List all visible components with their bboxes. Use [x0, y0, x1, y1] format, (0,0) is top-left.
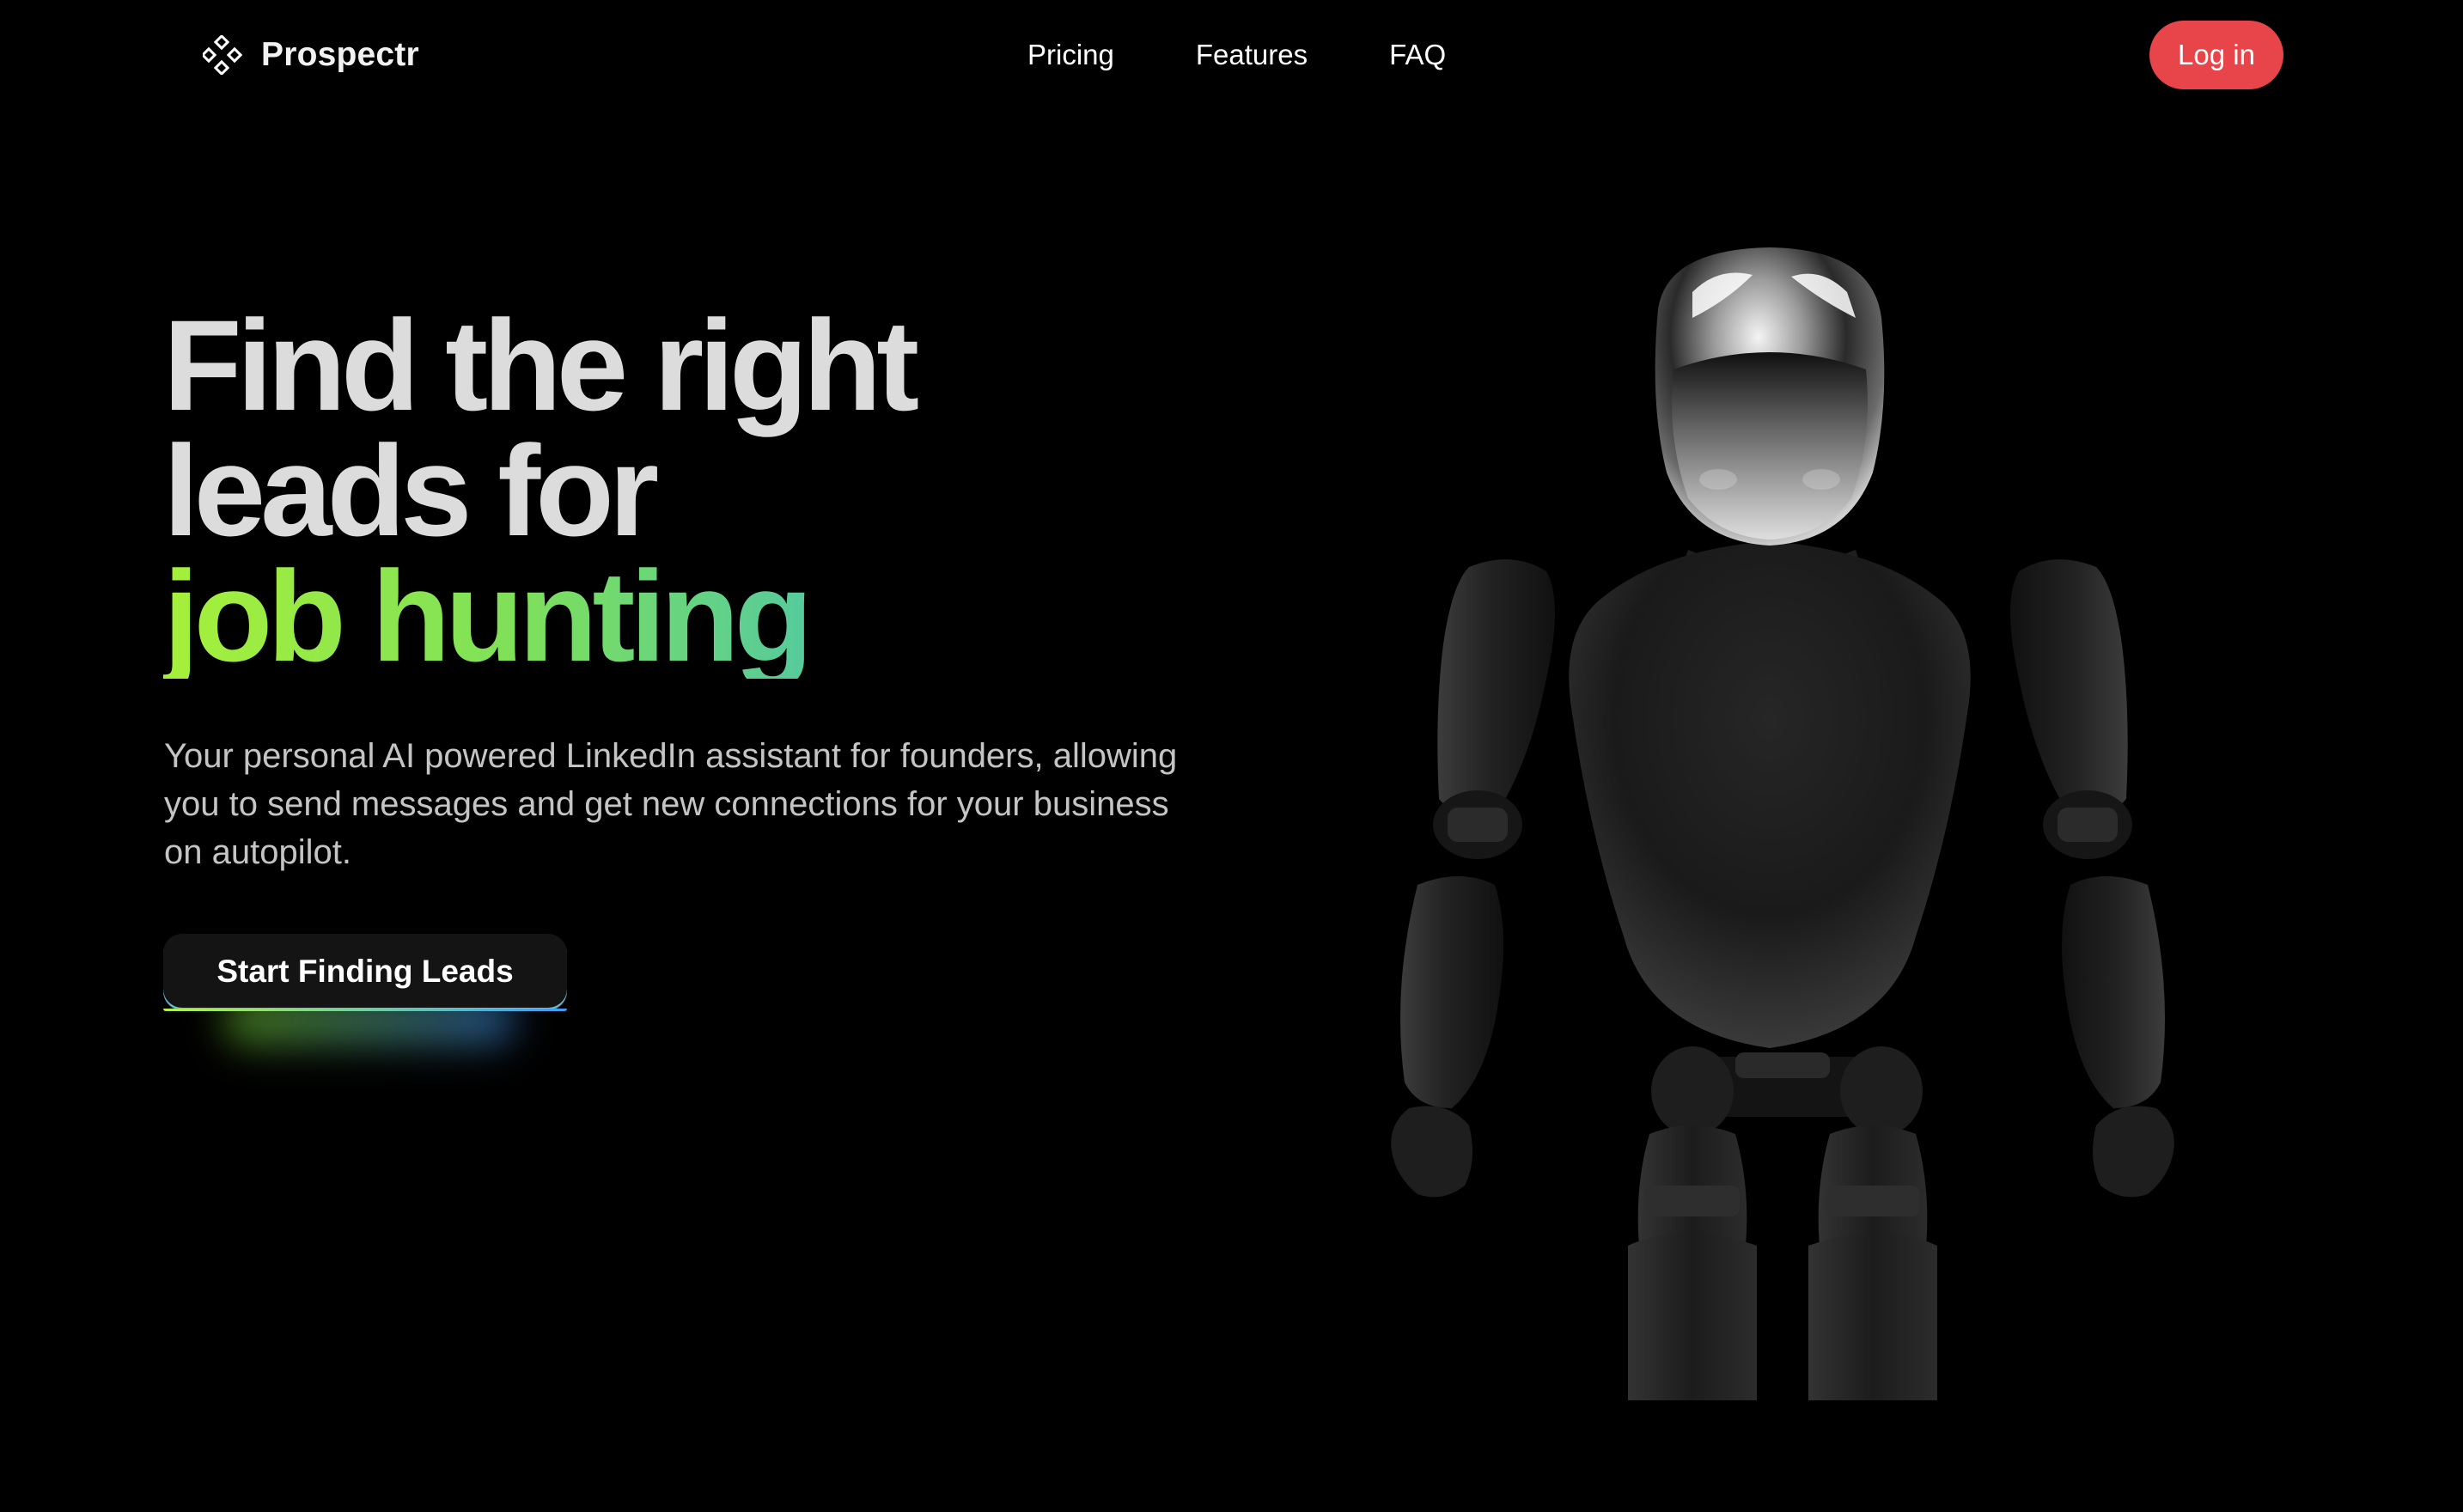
- hero-headline: Find the right leads for job hunting: [163, 293, 1280, 680]
- top-navigation: Prospectr Pricing Features FAQ Log in: [0, 0, 2463, 110]
- nav-link-features[interactable]: Features: [1196, 39, 1308, 71]
- brand-logo[interactable]: Prospectr: [203, 33, 419, 77]
- login-button[interactable]: Log in: [2149, 21, 2283, 89]
- headline-line-1: Find the right: [163, 293, 919, 437]
- nav-links: Pricing Features FAQ: [1027, 33, 1446, 77]
- start-finding-leads-button[interactable]: Start Finding Leads: [163, 934, 567, 1011]
- cta-container: Start Finding Leads: [163, 934, 567, 1046]
- headline-accent: job hunting: [163, 552, 1280, 680]
- diamond-grid-icon: [203, 35, 242, 75]
- headline-line-2: leads for: [163, 418, 659, 563]
- hero-subtitle: Your personal AI powered LinkedIn assist…: [164, 737, 1178, 871]
- nav-link-pricing[interactable]: Pricing: [1027, 39, 1114, 71]
- brand-name: Prospectr: [261, 36, 419, 73]
- robot-illustration: [1391, 247, 2174, 1400]
- nav-link-faq[interactable]: FAQ: [1389, 39, 1446, 71]
